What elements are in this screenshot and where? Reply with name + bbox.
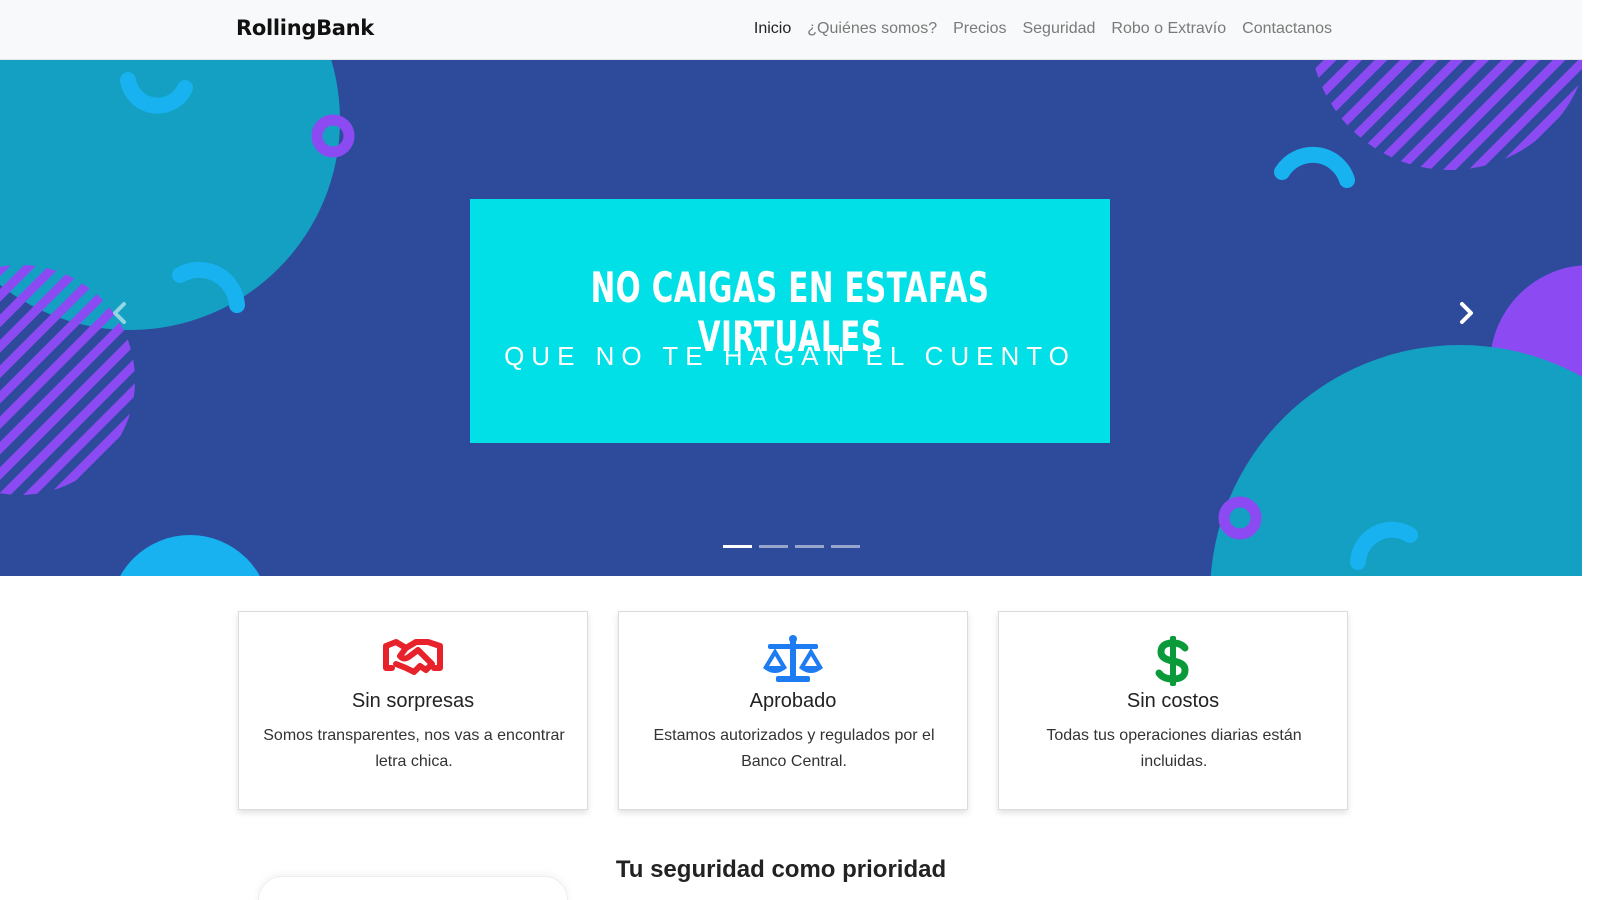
feature-card-sin-sorpresas: Sin sorpresas Somos transparentes, nos v…: [238, 611, 588, 810]
page: RollingBank Inicio ¿Quiénes somos? Preci…: [0, 0, 1582, 900]
feature-title: Sin costos: [1126, 690, 1220, 712]
dollar-sign-icon: [999, 634, 1347, 688]
handshake-icon: [239, 634, 587, 688]
feature-text: Todas tus operaciones diarias están incl…: [1046, 727, 1302, 770]
feature-card-sin-costos: Sin costos Todas tus operaciones diarias…: [998, 611, 1348, 810]
section-title: Tu seguridad como prioridad: [615, 856, 947, 883]
chevron-right-icon: [1460, 302, 1473, 324]
feature-text: Estamos autorizados y regulados por el B…: [653, 727, 935, 770]
nav-link-robo-extravio[interactable]: Robo o Extravío: [1103, 20, 1234, 38]
carousel-indicator-2[interactable]: [759, 545, 788, 548]
carousel-indicators: [723, 545, 860, 548]
feature-text: Somos transparentes, nos vas a encontrar…: [263, 727, 565, 770]
balance-scale-icon: [619, 634, 967, 688]
security-card-peek: [258, 876, 568, 900]
nav-links: Inicio ¿Quiénes somos? Precios Seguridad…: [746, 20, 1340, 38]
nav-link-seguridad[interactable]: Seguridad: [1014, 20, 1103, 38]
nav-link-quienes-somos[interactable]: ¿Quiénes somos?: [799, 20, 945, 38]
nav-link-precios[interactable]: Precios: [945, 20, 1014, 38]
promo-banner: NO CAIGAS EN ESTAFAS VIRTUALES QUE NO TE…: [470, 199, 1110, 443]
feature-card-aprobado: Aprobado Estamos autorizados y regulados…: [618, 611, 968, 810]
carousel-indicator-1[interactable]: [723, 545, 752, 548]
hero-carousel: NO CAIGAS EN ESTAFAS VIRTUALES QUE NO TE…: [0, 60, 1582, 576]
carousel-next-button[interactable]: [1446, 288, 1486, 338]
feature-title: Sin sorpresas: [351, 690, 475, 712]
chevron-left-icon: [113, 302, 126, 324]
carousel-indicator-4[interactable]: [831, 545, 860, 548]
carousel-indicator-3[interactable]: [795, 545, 824, 548]
brand-logo[interactable]: RollingBank: [236, 16, 374, 40]
carousel-prev-button[interactable]: [100, 288, 140, 338]
nav-link-inicio[interactable]: Inicio: [746, 20, 799, 38]
nav-link-contactanos[interactable]: Contactanos: [1234, 20, 1340, 38]
feature-title: Aprobado: [749, 690, 837, 712]
navbar: RollingBank Inicio ¿Quiénes somos? Preci…: [0, 0, 1582, 60]
banner-subtitle: QUE NO TE HAGAN EL CUENTO: [504, 341, 1076, 371]
